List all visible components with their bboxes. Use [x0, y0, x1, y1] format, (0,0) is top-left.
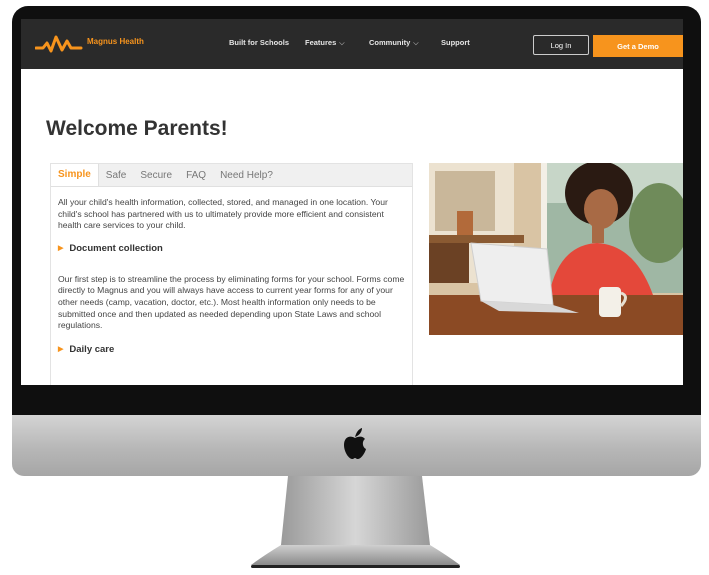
monitor-stand — [251, 476, 460, 568]
